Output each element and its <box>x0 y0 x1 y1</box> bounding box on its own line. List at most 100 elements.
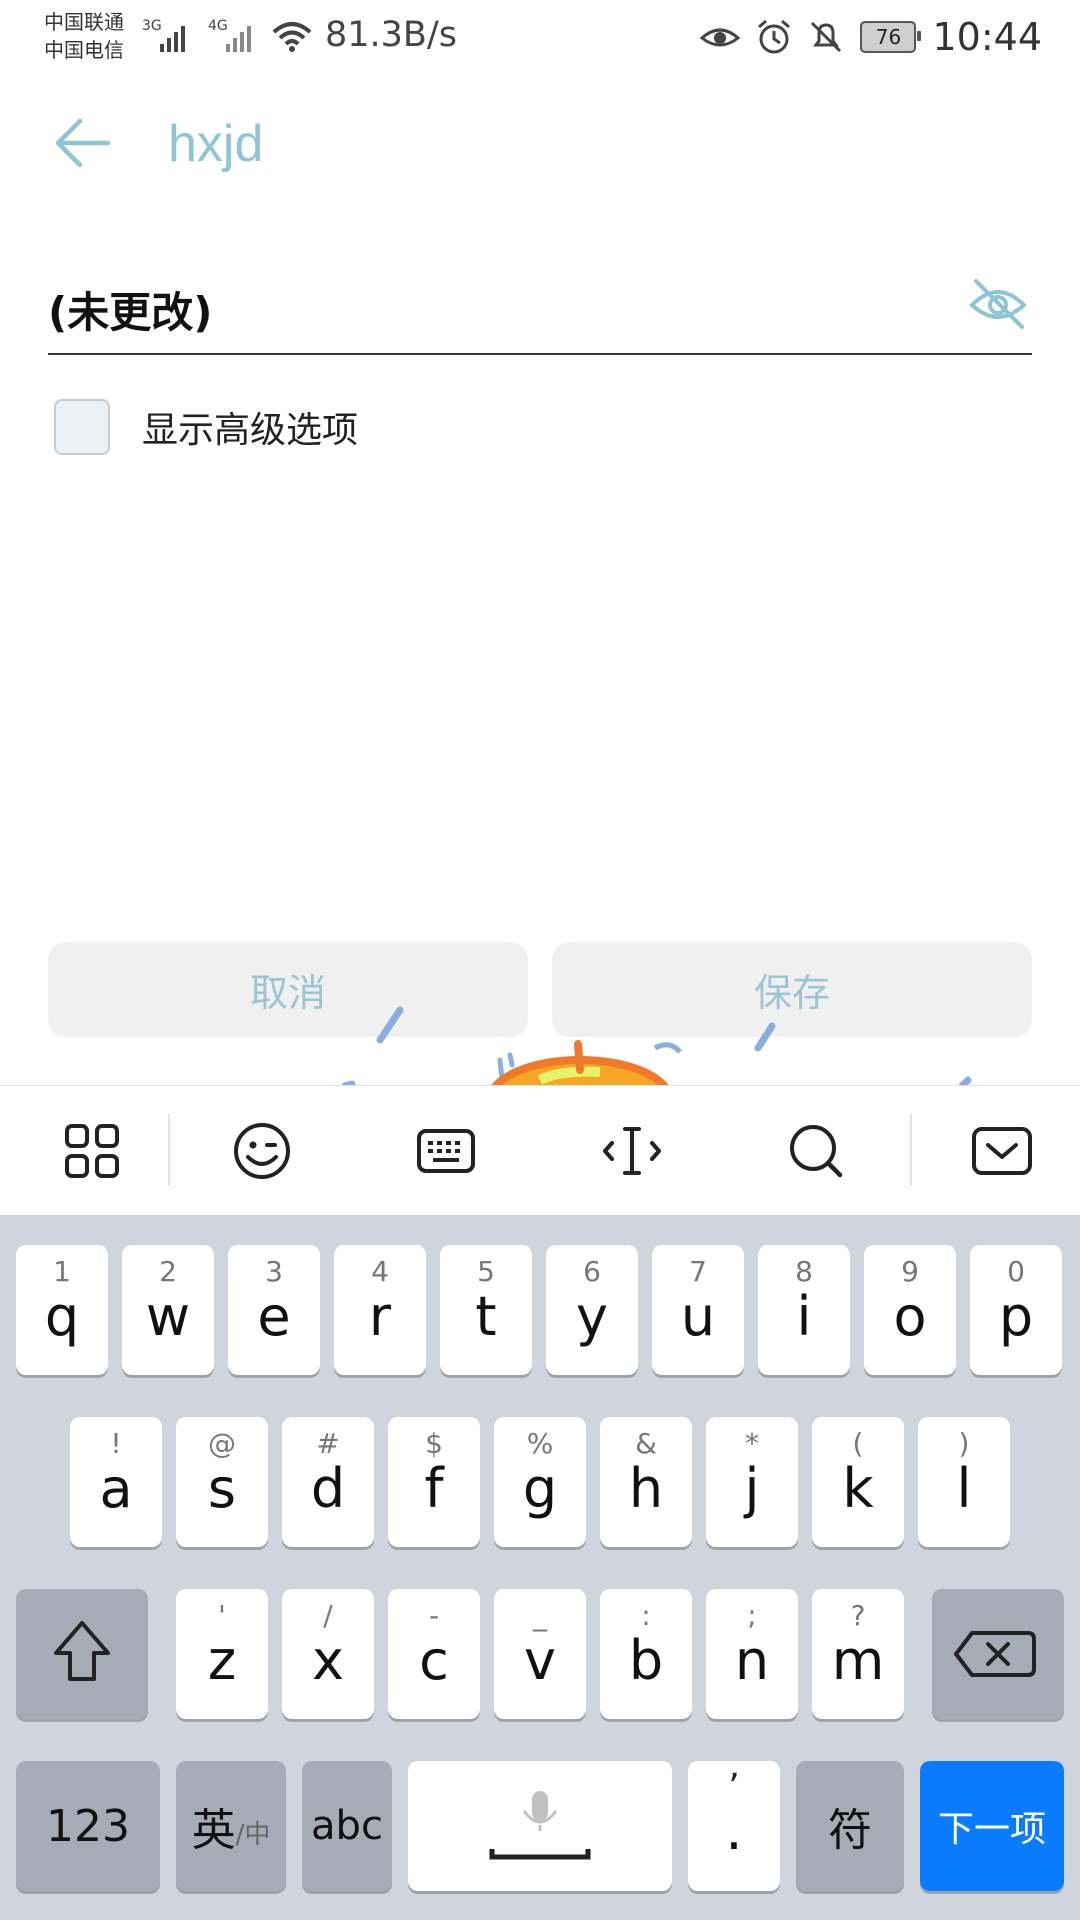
key-k[interactable]: (k <box>812 1417 904 1547</box>
key-letter: k <box>842 1457 874 1520</box>
space-key[interactable] <box>408 1761 672 1891</box>
key-symbol-hint: ; <box>747 1599 757 1632</box>
key-z[interactable]: ' z <box>176 1589 268 1719</box>
key-symbol-hint: ? <box>850 1599 866 1632</box>
key-number-hint: 3 <box>265 1255 283 1288</box>
key-i[interactable]: 8i <box>758 1245 850 1375</box>
advanced-options-checkbox[interactable] <box>54 399 110 455</box>
key-letter: o <box>893 1285 927 1348</box>
key-x[interactable]: / x <box>282 1589 374 1719</box>
key-letter: g <box>522 1457 558 1520</box>
key-f[interactable]: $ f <box>388 1417 480 1547</box>
keyboard-theme-decoration <box>341 1006 972 1086</box>
key-letter: v <box>524 1629 556 1692</box>
apps-grid-icon[interactable] <box>62 1121 122 1181</box>
search-icon[interactable] <box>786 1121 846 1181</box>
key-y[interactable]: 6y <box>546 1245 638 1375</box>
keyboard-toolbar <box>0 1085 1080 1216</box>
key-c[interactable]: -c <box>388 1589 480 1719</box>
shift-icon <box>54 1621 110 1681</box>
key-symbol-hint: / <box>323 1599 333 1632</box>
key-letter: x <box>312 1629 344 1692</box>
page-title: hxjd <box>168 115 264 173</box>
key-letter: h <box>628 1457 664 1520</box>
key-letter: t <box>475 1285 497 1348</box>
key-o[interactable]: 9o <box>864 1245 956 1375</box>
abc-key-label: abc <box>311 1803 383 1849</box>
key-symbol-hint: * <box>745 1427 759 1460</box>
key-symbol-hint: _ <box>533 1599 547 1632</box>
signal-4g-icon: 4G <box>208 18 251 52</box>
key-letter: n <box>734 1629 770 1692</box>
language-switch-label: 英/中 <box>176 1761 286 1891</box>
password-value[interactable]: (未更改) <box>48 279 212 340</box>
period-label: . <box>725 1799 743 1862</box>
key-v[interactable]: _ v <box>494 1589 586 1719</box>
key-e[interactable]: 3e <box>228 1245 320 1375</box>
key-number-hint: 5 <box>477 1255 495 1288</box>
key-symbol-hint: ! <box>110 1427 122 1460</box>
key-letter: e <box>257 1285 291 1348</box>
key-p[interactable]: 0p <box>970 1245 1062 1375</box>
key-r[interactable]: 4r <box>334 1245 426 1375</box>
key-g[interactable]: % g <box>494 1417 586 1547</box>
visibility-off-icon[interactable] <box>968 273 1028 333</box>
key-letter: c <box>419 1629 449 1692</box>
app-bar: hxjd <box>0 90 1080 200</box>
key-u[interactable]: 7u <box>652 1245 744 1375</box>
back-arrow-icon[interactable] <box>52 112 114 174</box>
key-letter: l <box>956 1457 972 1520</box>
key-q[interactable]: 1q <box>16 1245 108 1375</box>
numbers-key[interactable]: 123 <box>16 1761 160 1891</box>
key-symbol-hint: $ <box>425 1427 443 1460</box>
backspace-key[interactable] <box>932 1589 1064 1719</box>
key-symbol-hint: - <box>428 1599 440 1632</box>
key-j[interactable]: * j <box>706 1417 798 1547</box>
key-number-hint: 9 <box>901 1255 919 1288</box>
network-speed: 81.3B/s <box>325 15 457 55</box>
key-number-hint: 0 <box>1007 1255 1025 1288</box>
language-switch-key[interactable]: 英/中 <box>176 1761 286 1891</box>
next-field-label: 下一项 <box>937 1809 1046 1850</box>
key-letter: z <box>207 1629 237 1692</box>
hide-keyboard-icon[interactable] <box>972 1121 1032 1181</box>
key-s[interactable]: @ s <box>176 1417 268 1547</box>
emoji-icon[interactable] <box>232 1121 292 1181</box>
key-letter: a <box>99 1457 133 1520</box>
key-n[interactable]: ; n <box>706 1589 798 1719</box>
key-d[interactable]: # d <box>282 1417 374 1547</box>
advanced-options-label[interactable]: 显示高级选项 <box>142 401 358 453</box>
clock: 10:44 <box>932 15 1042 59</box>
key-l[interactable]: ) l <box>918 1417 1010 1547</box>
key-t[interactable]: 5t <box>440 1245 532 1375</box>
key-number-hint: 2 <box>159 1255 177 1288</box>
key-m[interactable]: ? m <box>812 1589 904 1719</box>
key-symbol-hint: ' <box>218 1599 226 1632</box>
keyboard-icon[interactable] <box>416 1121 476 1181</box>
symbols-key[interactable]: 符 <box>796 1761 904 1891</box>
alarm-icon <box>758 19 791 54</box>
backspace-icon <box>954 1631 1036 1677</box>
punctuation-key[interactable]: ’ . <box>688 1761 780 1891</box>
advanced-options-row[interactable]: 显示高级选项 <box>54 395 358 459</box>
key-number-hint: 1 <box>53 1255 71 1288</box>
key-symbol-hint: @ <box>208 1427 236 1460</box>
password-field[interactable]: (未更改) <box>48 265 1032 355</box>
key-letter: b <box>628 1629 664 1692</box>
shift-key[interactable] <box>16 1589 148 1719</box>
carrier-labels: 中国联通 中国电信 <box>44 8 124 64</box>
key-number-hint: 7 <box>689 1255 707 1288</box>
cursor-icon[interactable] <box>602 1121 662 1181</box>
key-h[interactable]: & h <box>600 1417 692 1547</box>
carrier-2: 中国电信 <box>44 38 124 62</box>
key-letter: d <box>310 1457 346 1520</box>
eye-care-icon <box>700 28 741 47</box>
key-a[interactable]: ! a <box>70 1417 162 1547</box>
toolbar-divider <box>168 1114 170 1186</box>
signal-3g-icon: 3G <box>142 18 185 52</box>
key-w[interactable]: 2w <box>122 1245 214 1375</box>
next-field-key[interactable]: 下一项 <box>920 1761 1064 1891</box>
abc-key[interactable]: abc <box>302 1761 392 1891</box>
bell-off-icon <box>811 21 842 53</box>
key-b[interactable]: :b <box>600 1589 692 1719</box>
